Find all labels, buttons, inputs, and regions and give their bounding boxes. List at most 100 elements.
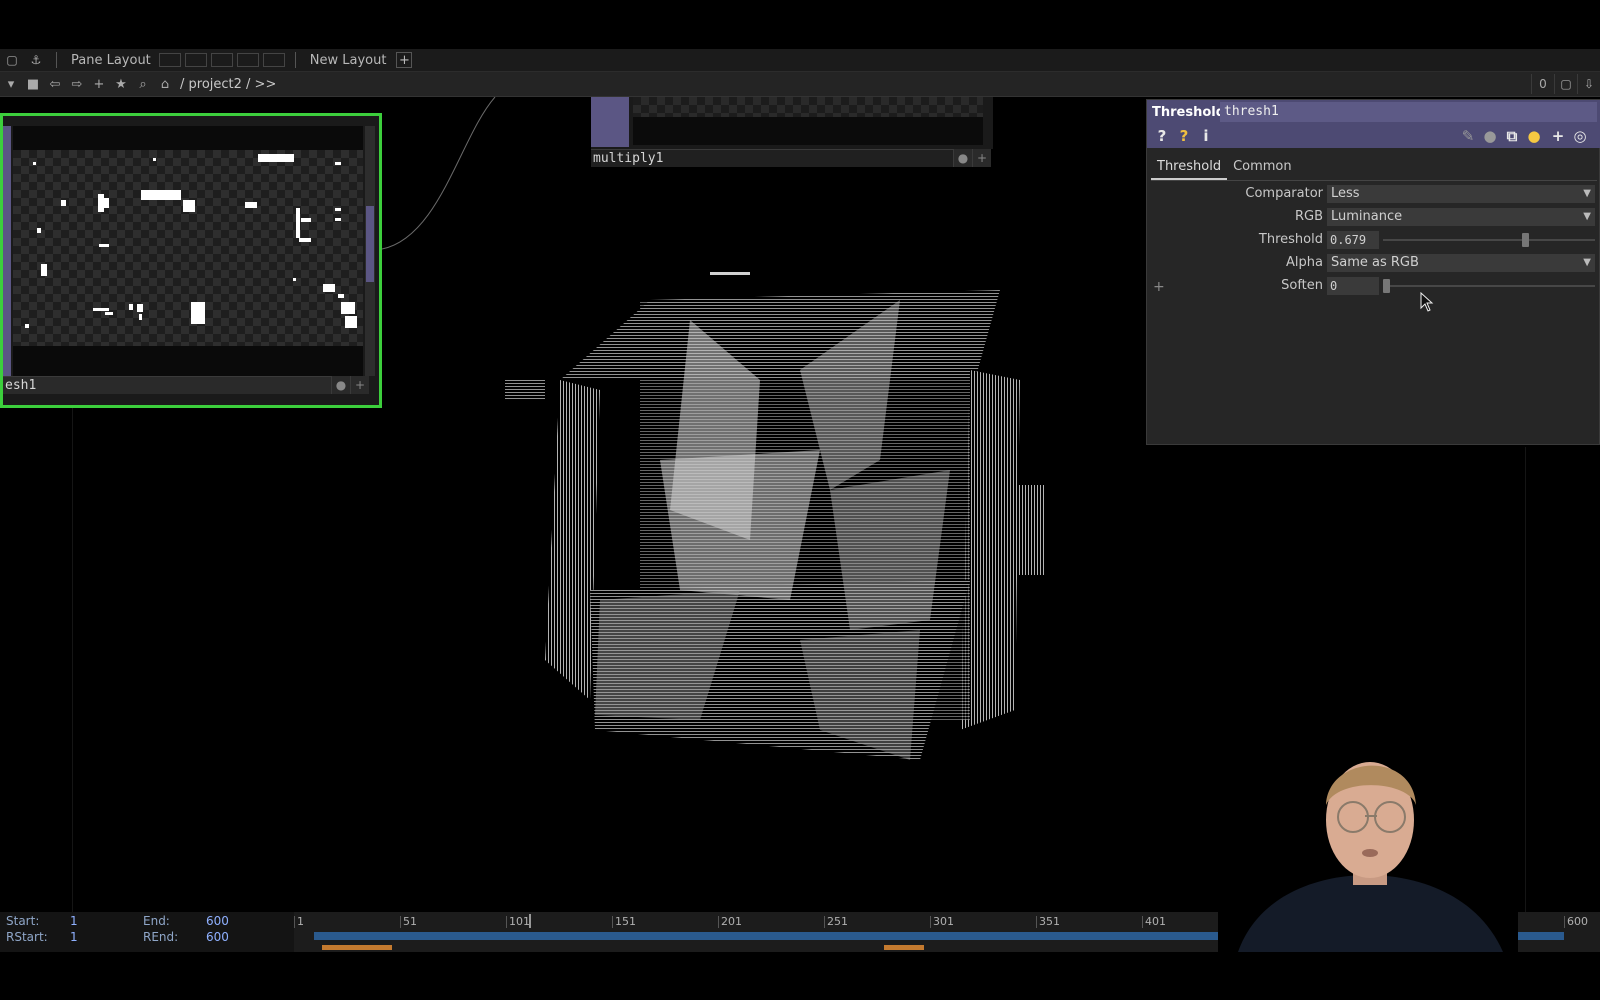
node-scrollbar[interactable] [365, 126, 375, 376]
param-label: Threshold [1258, 232, 1323, 247]
render-viewport [500, 260, 1080, 780]
param-label: Comparator [1245, 186, 1323, 201]
rgb-menu[interactable]: Luminance ▼ [1327, 208, 1595, 226]
timeline-tick: 51 [400, 916, 417, 928]
python-help-icon[interactable]: ? [1175, 127, 1193, 145]
node-viewer [633, 97, 983, 145]
node-name-label[interactable]: esh1 [3, 376, 331, 394]
rstart-field[interactable]: 1 [70, 930, 78, 944]
node-name-label[interactable]: multiply1 [591, 149, 953, 167]
tab-common[interactable]: Common [1227, 156, 1298, 178]
new-layout-menu[interactable]: New Layout [304, 53, 393, 68]
viewer-toggle-icon[interactable]: ● [953, 149, 972, 167]
parameter-panel: Threshold thresh1 ? ? i ✎ ● ⧉ ● + ◎ Thre… [1146, 99, 1600, 445]
timeline-tick: 1 [294, 916, 304, 928]
dock-icon[interactable]: ⇩ [1577, 74, 1600, 94]
grid-line [1525, 447, 1526, 912]
slider-knob[interactable] [1522, 233, 1529, 247]
layout-single-button[interactable] [158, 53, 181, 67]
node-add-icon[interactable]: + [350, 376, 369, 394]
node-wire [381, 97, 496, 250]
comparator-menu[interactable]: Less ▼ [1327, 185, 1595, 203]
target-icon[interactable]: ◎ [1571, 127, 1589, 145]
forward-icon[interactable]: ⇨ [66, 74, 88, 94]
grid-line [72, 397, 73, 912]
timeline-tick: 301 [930, 916, 954, 928]
info-icon[interactable]: i [1197, 127, 1215, 145]
search-icon[interactable]: ⌕ [132, 74, 154, 94]
network-path[interactable]: / project2 / >> [180, 77, 276, 92]
threshold-value-field[interactable]: 0.679 [1327, 231, 1379, 249]
home-icon[interactable]: ⌂ [154, 74, 176, 94]
param-toolbar: ? ? i ✎ ● ⧉ ● + ◎ [1147, 124, 1600, 148]
dropdown-icon[interactable]: ▾ [0, 74, 22, 94]
timeline-tick: 600 [1564, 916, 1588, 928]
chevron-down-icon: ▼ [1583, 188, 1591, 199]
help-icon[interactable]: ? [1153, 127, 1171, 145]
node-flags[interactable] [3, 126, 11, 376]
pane-layout-menu[interactable]: Pane Layout [65, 53, 157, 68]
start-label: Start: [6, 914, 40, 928]
timeline-tick: 101 [506, 916, 530, 928]
scroll-thumb[interactable] [366, 206, 374, 282]
add-layout-button[interactable]: + [396, 52, 413, 68]
maximize-icon[interactable]: ▢ [1554, 74, 1577, 94]
layout-three-button[interactable] [236, 53, 259, 67]
back-icon[interactable]: ⇦ [44, 74, 66, 94]
keyframe-marker [322, 945, 392, 950]
comment-icon[interactable]: ● [1481, 127, 1499, 145]
timeline-tick: 351 [1036, 916, 1060, 928]
add-icon[interactable]: + [88, 74, 110, 94]
chevron-down-icon: ▼ [1583, 211, 1591, 222]
viewer-toggle-icon[interactable]: ● [331, 376, 350, 394]
node-flags[interactable] [591, 97, 629, 147]
anchor-icon[interactable]: ⚓ [27, 52, 45, 68]
mouse-cursor-icon [1420, 292, 1434, 312]
add-param-icon[interactable]: + [1549, 127, 1567, 145]
add-param-button[interactable]: + [1153, 279, 1165, 295]
param-label: Alpha [1286, 255, 1323, 270]
param-header: Threshold thresh1 [1147, 100, 1600, 124]
op-name-field[interactable]: thresh1 [1220, 102, 1597, 122]
clone-icon[interactable]: ⧉ [1503, 127, 1521, 145]
python-icon[interactable]: ● [1525, 127, 1543, 145]
layout-split-horizontal-button[interactable] [210, 53, 233, 67]
rend-label: REnd: [143, 930, 179, 944]
layout-four-button[interactable] [262, 53, 285, 67]
multiply1-node[interactable]: multiply1 ● + [591, 97, 993, 169]
rend-field[interactable]: 600 [206, 930, 229, 944]
node-viewer [13, 126, 363, 376]
frame-counter: 0 [1531, 74, 1554, 94]
stop-icon[interactable]: ■ [22, 74, 44, 94]
thresh1-node[interactable]: esh1 ● + [0, 113, 382, 408]
timeline-tick: 151 [612, 916, 636, 928]
pane-icon[interactable]: ▢ [3, 52, 21, 68]
node-add-icon[interactable]: + [972, 149, 991, 167]
playhead[interactable] [529, 914, 531, 928]
param-tabs: Threshold Common [1147, 156, 1600, 180]
slider-knob[interactable] [1383, 279, 1390, 293]
timeline-tick: 201 [718, 916, 742, 928]
param-row-comparator: Comparator Less ▼ [1147, 184, 1600, 204]
soften-value-field[interactable]: 0 [1327, 277, 1379, 295]
layout-split-vertical-button[interactable] [184, 53, 207, 67]
soften-slider[interactable] [1383, 279, 1595, 293]
param-row-alpha: Alpha Same as RGB ▼ [1147, 253, 1600, 273]
edit-icon[interactable]: ✎ [1459, 127, 1477, 145]
start-field[interactable]: 1 [70, 914, 78, 928]
op-type-label: Threshold [1152, 104, 1226, 120]
timeline-tick: 401 [1142, 916, 1166, 928]
threshold-slider[interactable] [1383, 233, 1595, 247]
star-icon[interactable]: ★ [110, 74, 132, 94]
chevron-down-icon: ▼ [1583, 257, 1591, 268]
alpha-menu[interactable]: Same as RGB ▼ [1327, 254, 1595, 272]
param-label: RGB [1294, 209, 1323, 224]
param-row-soften: + Soften 0 [1147, 276, 1600, 296]
thresh-preview [13, 126, 363, 376]
node-body [591, 97, 993, 149]
presenter-image [1218, 745, 1518, 952]
tab-threshold[interactable]: Threshold [1151, 156, 1228, 180]
end-field[interactable]: 600 [206, 914, 229, 928]
param-row-rgb: RGB Luminance ▼ [1147, 207, 1600, 227]
menubar: ▢ ⚓ Pane Layout New Layout + [0, 49, 1600, 72]
